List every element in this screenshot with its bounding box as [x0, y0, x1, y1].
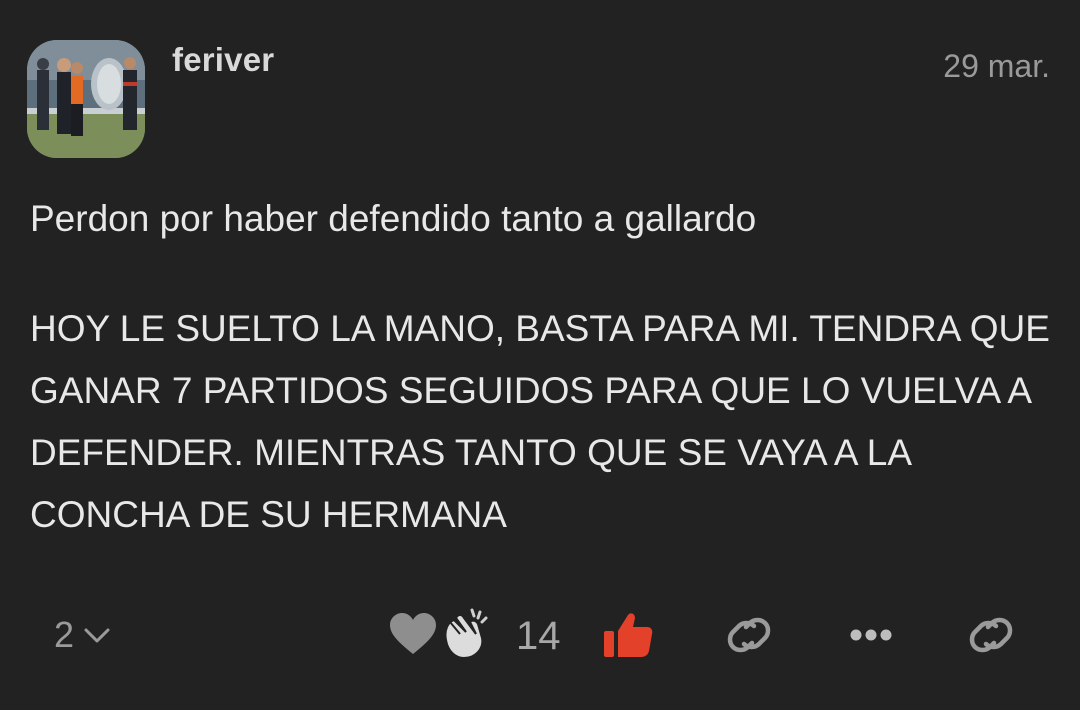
- link-icon: [966, 615, 1016, 660]
- post-paragraph: Perdon por haber defendido tanto a galla…: [30, 198, 757, 239]
- heart-icon: [388, 612, 438, 661]
- clap-icon: [432, 606, 492, 667]
- link-icon: [724, 615, 774, 660]
- like-button[interactable]: [600, 612, 656, 662]
- timestamp[interactable]: 29 mar.: [943, 48, 1050, 85]
- post-footer: 2 14: [0, 600, 1080, 672]
- avatar-image: [27, 40, 145, 158]
- more-button[interactable]: [846, 614, 896, 660]
- post-paragraph: HOY LE SUELTO LA MANO, BASTA PARA MI. TE…: [30, 308, 1050, 535]
- replies-toggle[interactable]: 2: [54, 614, 112, 656]
- thumbs-up-icon: [602, 611, 654, 664]
- post-body: Perdon por haber defendido tanto a galla…: [30, 188, 1050, 546]
- username[interactable]: feriver: [172, 41, 274, 79]
- reaction-count: 14: [516, 613, 561, 658]
- post-card: feriver 29 mar. Perdon por haber defendi…: [0, 0, 1080, 710]
- chevron-down-icon: [82, 614, 112, 656]
- reply-count: 2: [54, 614, 75, 655]
- copy-link-button[interactable]: [722, 612, 776, 662]
- avatar[interactable]: [27, 40, 145, 158]
- reactions-summary[interactable]: 14: [388, 608, 561, 664]
- more-icon: [849, 628, 893, 647]
- share-link-button[interactable]: [964, 612, 1018, 662]
